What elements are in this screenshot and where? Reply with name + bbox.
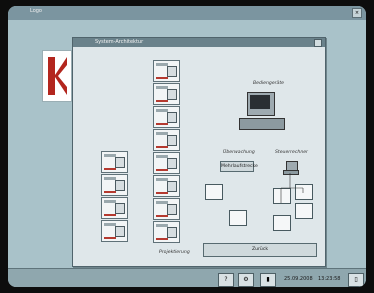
controller-unit[interactable] — [101, 197, 128, 219]
keyboard-icon — [283, 170, 299, 175]
close-icon[interactable]: × — [352, 8, 362, 18]
mehrlauf-button[interactable]: Mehrlaufstrecke — [220, 161, 258, 172]
uberwachung-label: Überwachung — [223, 150, 255, 155]
settings-icon[interactable]: ⚙ — [238, 273, 254, 287]
screen-title: Logo — [30, 8, 42, 14]
controller-unit[interactable] — [153, 175, 180, 197]
book-icon[interactable]: ▮ — [260, 273, 276, 287]
zuruck-button[interactable]: Zurück — [203, 243, 317, 257]
controller-unit[interactable] — [153, 198, 180, 220]
projektierung-label: Projektierung — [159, 250, 190, 255]
terminal[interactable] — [273, 215, 291, 231]
terminal[interactable] — [295, 184, 313, 200]
terminal[interactable] — [229, 210, 247, 226]
terminal[interactable] — [295, 203, 313, 219]
window-titlebar: System-Architektur — [73, 38, 325, 47]
controller-unit[interactable] — [153, 221, 180, 243]
system-architecture-window: System-Architektur Bediengeräte Überwach… — [72, 37, 326, 267]
control-computer[interactable] — [283, 161, 299, 175]
desktop-screen: Logo × System-Architektur Bediengeräte Ü… — [8, 6, 366, 287]
bediengerate-label: Bediengeräte — [253, 81, 284, 86]
terminal[interactable] — [205, 184, 223, 200]
controller-unit[interactable] — [153, 83, 180, 105]
exit-icon[interactable]: ▯ — [348, 273, 364, 287]
window-title: System-Architektur — [95, 39, 144, 45]
steuerrechner-label: Steuerrechner — [275, 150, 308, 155]
controller-unit[interactable] — [101, 151, 128, 173]
help-icon[interactable]: ? — [218, 273, 234, 287]
controller-unit[interactable] — [153, 129, 180, 151]
taskbar: ? ⚙ ▮ 25.09.2008 13:23:58 ▯ — [8, 268, 366, 287]
taskbar-date: 25.09.2008 — [284, 276, 313, 282]
window-close-icon[interactable] — [314, 39, 322, 47]
taskbar-time: 13:23:58 — [318, 276, 341, 282]
logo-k-icon — [43, 51, 71, 101]
company-logo — [42, 50, 72, 102]
keyboard-icon — [239, 118, 285, 130]
operator-console[interactable] — [239, 92, 285, 136]
controller-unit[interactable] — [153, 60, 180, 82]
terminal[interactable] — [273, 188, 291, 204]
controller-unit[interactable] — [153, 152, 180, 174]
controller-unit[interactable] — [101, 174, 128, 196]
screen-titlebar: Logo × — [8, 6, 366, 20]
controller-unit[interactable] — [101, 220, 128, 242]
controller-unit[interactable] — [153, 106, 180, 128]
